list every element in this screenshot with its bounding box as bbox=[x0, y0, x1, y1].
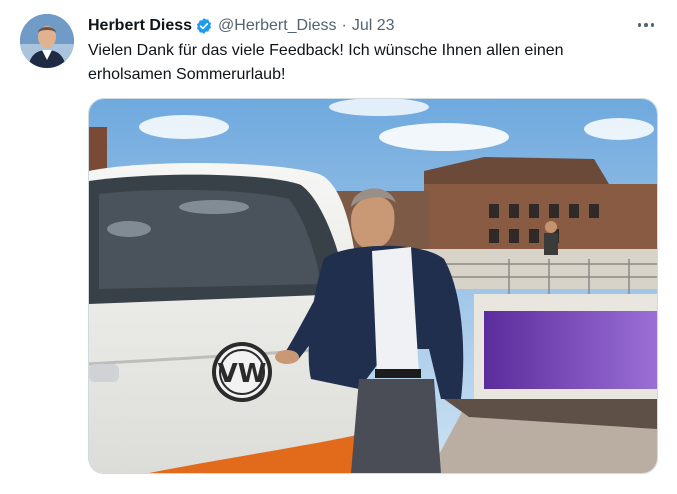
timestamp[interactable]: Jul 23 bbox=[352, 16, 395, 36]
tweet-text: Vielen Dank für das viele Feedback! Ich … bbox=[88, 42, 564, 83]
author-handle[interactable]: @Herbert_Diess bbox=[218, 16, 337, 36]
author-name[interactable]: Herbert Diess bbox=[88, 16, 192, 36]
verified-badge-icon bbox=[195, 17, 213, 35]
photo-illustration: VW bbox=[89, 99, 657, 473]
tweet-card[interactable]: Herbert Diess @Herbert_Diess · Jul 23 Vi… bbox=[0, 0, 677, 494]
tweet-header: Herbert Diess @Herbert_Diess · Jul 23 bbox=[88, 15, 395, 37]
vw-logo-text: VW bbox=[218, 359, 267, 389]
avatar-photo bbox=[20, 14, 74, 68]
tweet-photo[interactable]: VW bbox=[88, 98, 658, 474]
more-horizontal-icon[interactable] bbox=[634, 14, 658, 36]
avatar[interactable] bbox=[20, 14, 74, 68]
separator-dot: · bbox=[341, 17, 347, 34]
